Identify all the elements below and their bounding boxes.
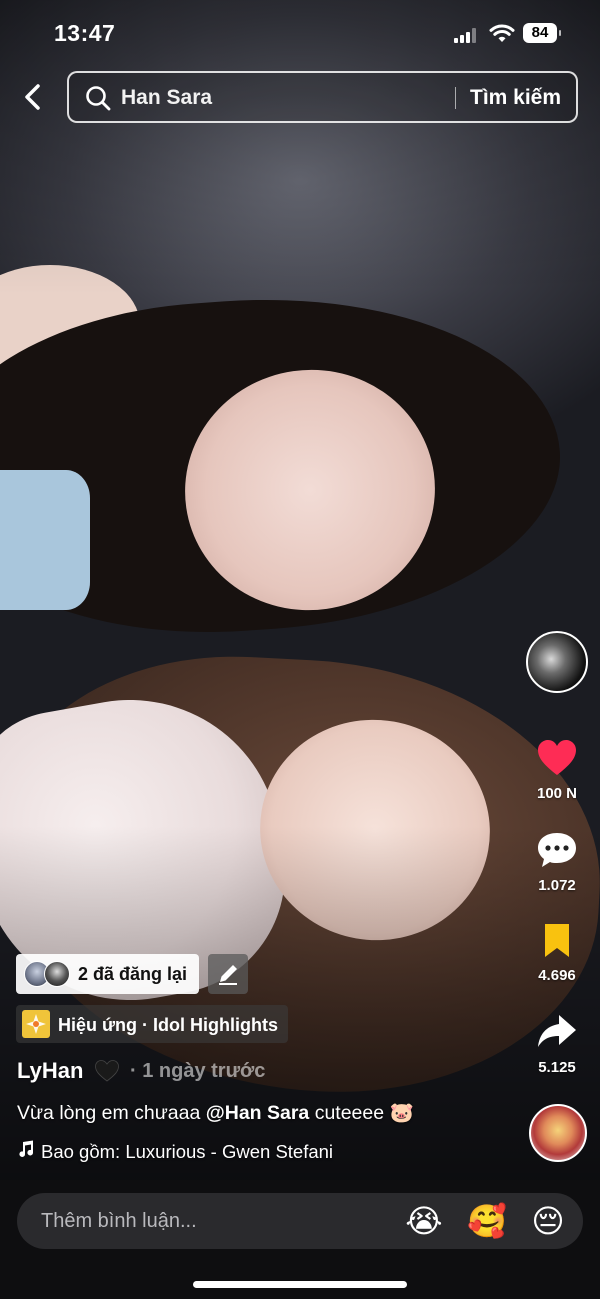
comment-placeholder: Thêm bình luận... (41, 1210, 197, 1232)
share-count: 5.125 (538, 1059, 576, 1076)
bookmark-icon (545, 924, 569, 957)
heart-icon (538, 740, 576, 775)
avatar (44, 961, 70, 987)
creator-avatar[interactable] (526, 631, 588, 693)
music-note-icon (19, 1140, 34, 1157)
comment-bubble-icon (538, 833, 576, 867)
music-title: Bao gồm: Luxurious - Gwen Stefani (41, 1141, 334, 1162)
battery-indicator: 84 (523, 23, 561, 43)
search-bar[interactable]: Han Sara Tìm kiếm (67, 71, 578, 123)
like-count: 100 N (536, 785, 578, 802)
comment-button[interactable]: 1.072 (522, 830, 592, 894)
search-submit-button[interactable]: Tìm kiếm (470, 86, 561, 110)
video-player[interactable] (0, 0, 600, 1180)
video-vignette (0, 0, 600, 1180)
share-arrow-icon (538, 1015, 576, 1047)
effect-sparkle-icon (22, 1010, 50, 1038)
back-icon[interactable] (18, 80, 50, 114)
emoji-crying-button[interactable]: 😭 (405, 1202, 443, 1240)
home-indicator (193, 1281, 407, 1288)
repost-label: 2 đã đăng lại (78, 964, 188, 984)
caption-text: Vừa lòng em chưaaa (17, 1102, 206, 1124)
effect-tag[interactable]: Hiệu ứng · Idol Highlights (16, 1005, 288, 1043)
status-bar: 13:47 84 (0, 0, 600, 66)
search-input[interactable]: Han Sara (121, 86, 212, 110)
comment-bar: Thêm bình luận... 😭 🥰 😔 (0, 1180, 600, 1299)
caption-mention[interactable]: @Han Sara (206, 1102, 310, 1124)
comment-input[interactable]: Thêm bình luận... 😭 🥰 😔 (17, 1193, 583, 1249)
share-button[interactable]: 5.125 (522, 1012, 592, 1076)
effect-label: Hiệu ứng · Idol Highlights (58, 1015, 279, 1035)
cellular-signal-icon (454, 28, 478, 43)
black-heart-icon (95, 1060, 119, 1082)
caption-text: cuteeee 🐷 (309, 1102, 414, 1124)
repost-badge[interactable]: 2 đã đăng lại (16, 954, 199, 994)
music-disc[interactable] (529, 1104, 587, 1162)
post-caption: Vừa lòng em chưaaa @Han Sara cuteeee 🐷 (17, 1101, 414, 1125)
music-info[interactable]: Bao gồm: Luxurious - Gwen Stefani (17, 1140, 333, 1163)
like-button[interactable]: 100 N (522, 738, 592, 802)
pencil-icon (219, 965, 237, 985)
wifi-icon (489, 24, 515, 42)
search-divider (455, 87, 456, 109)
search-icon (86, 86, 111, 111)
save-count: 4.696 (538, 967, 576, 984)
post-time: · 1 ngày trước (130, 1060, 266, 1082)
comment-count: 1.072 (538, 877, 576, 894)
emoji-pensive-button[interactable]: 😔 (529, 1202, 567, 1240)
repost-avatars (24, 961, 76, 987)
status-time: 13:47 (54, 20, 116, 46)
edit-repost-button[interactable] (208, 954, 248, 994)
author-name[interactable]: LyHan (17, 1058, 83, 1084)
save-button[interactable]: 4.696 (522, 922, 592, 984)
emoji-smiling-hearts-button[interactable]: 🥰 (467, 1202, 507, 1240)
